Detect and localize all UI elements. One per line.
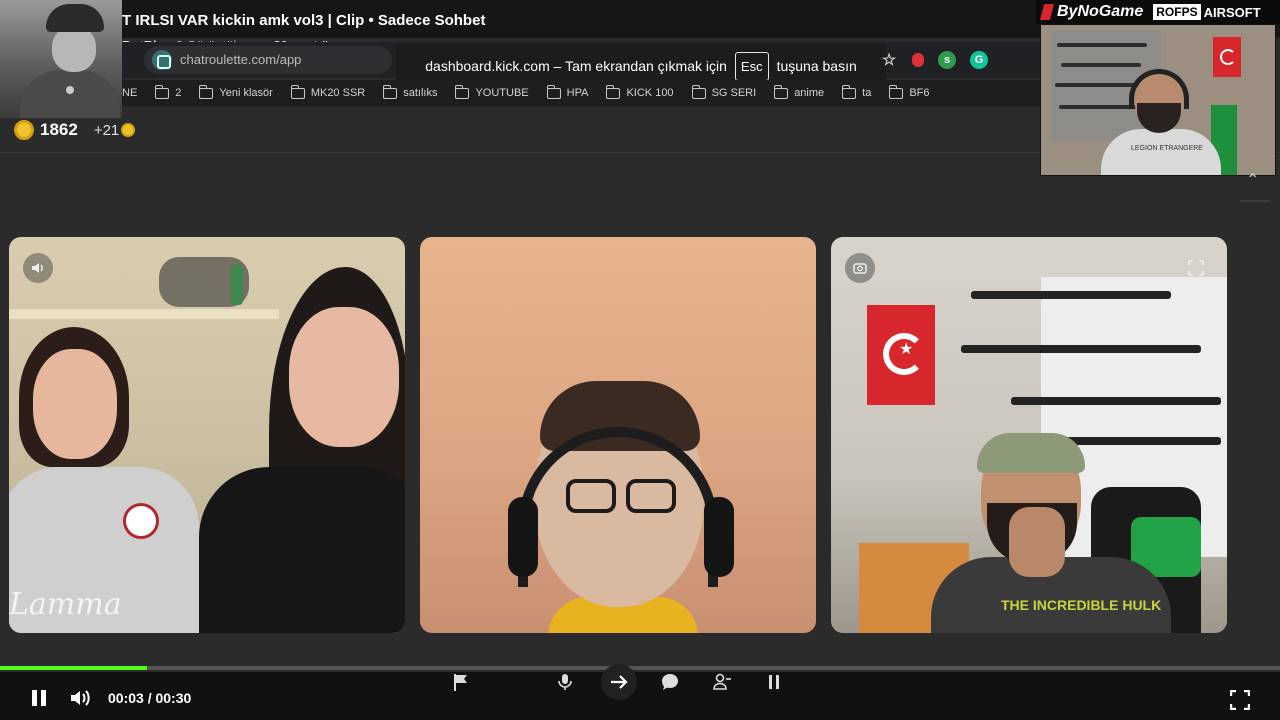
folder-icon xyxy=(155,84,170,99)
coin-icon xyxy=(121,123,136,137)
bookmark-folder[interactable]: SG SERI xyxy=(691,84,756,99)
coin-balance[interactable]: 1862 +21 xyxy=(14,120,136,140)
sponsor-bar: ByNoGame ROFPS AIRSOFT xyxy=(1036,0,1280,24)
next-arrow-icon[interactable] xyxy=(601,664,637,700)
folder-icon xyxy=(290,84,305,99)
record-icon[interactable] xyxy=(912,53,924,67)
video-tile-left[interactable]: Lamma xyxy=(9,237,405,633)
chevron-up-icon[interactable]: ⌃ xyxy=(1246,170,1259,190)
volume-icon[interactable] xyxy=(68,686,94,710)
streamer-webcam: LEGION ETRANGERE xyxy=(1040,24,1276,176)
bookmark-item[interactable]: NE xyxy=(122,87,137,99)
folder-icon xyxy=(455,84,470,99)
bookmark-folder[interactable]: MK20 SSR xyxy=(290,84,365,99)
speaker-icon[interactable] xyxy=(23,253,53,283)
camera-switch-icon[interactable] xyxy=(845,253,875,283)
folder-icon xyxy=(842,84,857,99)
shirt-text: THE INCREDIBLE HULK xyxy=(1001,597,1162,613)
bookmark-folder[interactable]: BF6 xyxy=(889,84,930,99)
playback-time: 00:03 / 00:30 xyxy=(108,690,191,706)
folder-icon xyxy=(774,84,789,99)
coin-bonus: +21 xyxy=(94,122,136,139)
folder-icon xyxy=(199,84,214,99)
bookmark-folder[interactable]: YOUTUBE xyxy=(455,84,529,99)
folder-icon xyxy=(606,84,621,99)
bookmark-folder[interactable]: anime xyxy=(774,84,824,99)
bookmark-folder[interactable]: KICK 100 xyxy=(606,84,674,99)
progress-track[interactable] xyxy=(0,666,1280,670)
report-flag-icon[interactable] xyxy=(444,665,478,699)
bookmarks-bar: NE 2 Yeni klasör MK20 SSR satılıks YOUTU… xyxy=(0,80,1040,106)
esc-key: Esc xyxy=(734,51,769,81)
video-tile-center[interactable] xyxy=(420,237,816,633)
fullscreen-exit-icon[interactable] xyxy=(1228,688,1252,712)
folder-icon xyxy=(546,84,561,99)
coin-icon xyxy=(14,120,34,140)
duration: 00:30 xyxy=(155,690,192,706)
time-separator: / xyxy=(143,690,156,706)
sponsor-tag: ROFPS xyxy=(1153,4,1201,20)
pause-chat-icon[interactable] xyxy=(757,665,791,699)
fullscreen-notice-suffix: tuşuna basın xyxy=(776,58,857,74)
flag-decor xyxy=(1213,37,1241,77)
folder-icon xyxy=(889,84,904,99)
bookmark-folder[interactable]: Yeni klasör xyxy=(199,84,273,99)
pause-icon[interactable] xyxy=(28,686,50,710)
microphone-icon[interactable] xyxy=(548,665,582,699)
folder-icon xyxy=(383,84,398,99)
brand-logo: ByNoGame xyxy=(1040,3,1143,21)
folder-icon xyxy=(691,84,706,99)
address-text[interactable]: chatroulette.com/app xyxy=(180,52,301,67)
current-time: 00:03 xyxy=(108,690,144,706)
side-scrollbar[interactable] xyxy=(1240,200,1270,202)
bookmark-folder[interactable]: ta xyxy=(842,84,871,99)
streamer-shirt-text: LEGION ETRANGERE xyxy=(1131,145,1203,152)
shirt-text: Lamma xyxy=(9,587,122,622)
clip-title: T IRLSI VAR kickin amk vol3 | Clip • Sad… xyxy=(122,12,486,29)
fullscreen-notice-text: dashboard.kick.com – Tam ekrandan çıkmak… xyxy=(425,58,727,74)
grammarly-icon[interactable]: G xyxy=(970,51,988,69)
sponsor-tag-2: AIRSOFT xyxy=(1203,4,1261,20)
site-info-icon[interactable] xyxy=(152,50,172,70)
coin-balance-value: 1862 xyxy=(40,120,78,139)
fullscreen-icon[interactable] xyxy=(1181,253,1211,283)
chat-bubble-icon[interactable] xyxy=(653,665,687,699)
brand-mark-icon xyxy=(1040,4,1054,20)
extension-icons: ☆ s G xyxy=(880,50,988,70)
player-controls xyxy=(0,672,1280,720)
bookmark-folder[interactable]: satılıks xyxy=(383,84,437,99)
bookmark-folder[interactable]: HPA xyxy=(546,84,588,99)
extension-s-icon[interactable]: s xyxy=(938,51,956,69)
portrait-overlay xyxy=(0,0,122,118)
progress-fill xyxy=(0,666,148,670)
bookmark-folder[interactable]: 2 xyxy=(155,84,181,99)
video-tile-self[interactable]: THE INCREDIBLE HULK xyxy=(831,237,1227,633)
bookmark-star-icon[interactable]: ☆ xyxy=(880,51,898,69)
flag-decor xyxy=(867,305,935,405)
add-friend-icon[interactable] xyxy=(705,665,739,699)
